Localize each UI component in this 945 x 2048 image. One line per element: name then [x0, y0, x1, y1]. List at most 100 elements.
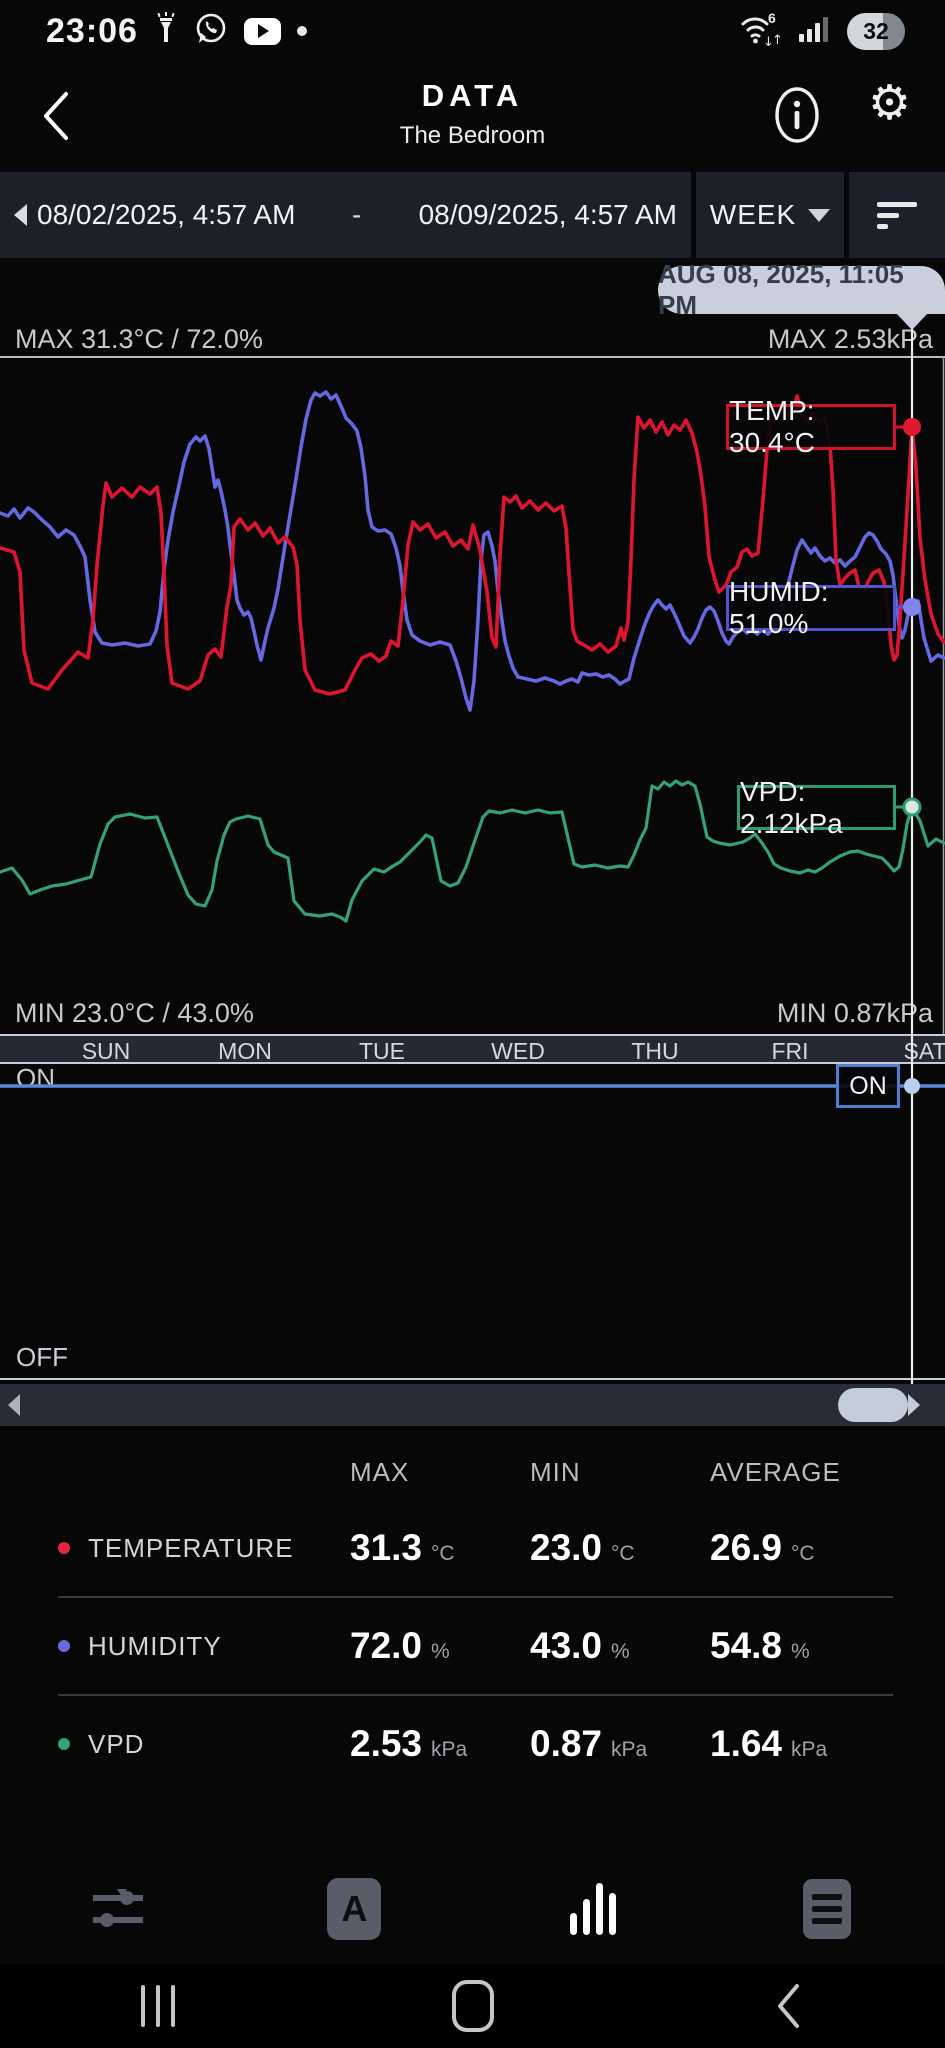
tab-settings-sliders[interactable] — [0, 1876, 236, 1942]
day-tick: FRI — [771, 1038, 808, 1064]
table-row-temperature[interactable]: TEMPERATURE 31.3 °C 23.0 °C 26.9 °C — [0, 1500, 945, 1596]
temp-marker-box: TEMP: 30.4°C — [726, 404, 896, 450]
vpd-legend-dot — [58, 1738, 70, 1750]
cursor-tooltip-text: AUG 08, 2025, 11:05 PM — [658, 259, 945, 321]
day-tick: SAT — [903, 1038, 945, 1064]
scrollbar-thumb[interactable] — [838, 1388, 908, 1422]
min-temp-humid-label: MIN 23.0°C / 43.0% — [15, 998, 254, 1029]
date-range[interactable]: 08/02/2025, 4:57 AM - 08/09/2025, 4:57 A… — [0, 172, 691, 258]
vpd-max-value: 2.53 — [350, 1723, 422, 1765]
range-separator: - — [352, 199, 361, 231]
tab-logs[interactable] — [709, 1876, 945, 1942]
temp-avg-value: 26.9 — [710, 1527, 782, 1569]
unit-label: °C — [611, 1542, 635, 1566]
youtube-icon — [244, 18, 281, 45]
chevron-down-icon — [808, 209, 830, 222]
range-end-date: 08/09/2025, 4:57 AM — [419, 199, 677, 231]
state-cursor-dot — [904, 1078, 920, 1094]
temp-min-value: 23.0 — [530, 1527, 602, 1569]
table-row-humidity[interactable]: HUMIDITY 72.0% 43.0% 54.8% — [0, 1598, 945, 1694]
col-header-average: AVERAGE — [686, 1457, 945, 1488]
settings-gear-button[interactable]: ⚙ — [868, 80, 911, 128]
app-screen: 23:06 — [0, 0, 945, 2048]
flashlight-icon — [154, 12, 178, 51]
whatsapp-icon — [194, 12, 228, 51]
humid-cursor-dot — [903, 598, 921, 616]
unit-label: kPa — [431, 1738, 467, 1762]
unit-label: kPa — [791, 1738, 827, 1762]
state-marker-box: ON — [836, 1064, 900, 1108]
home-button[interactable] — [315, 1964, 630, 2048]
temp-marker-text: TEMP: 30.4°C — [729, 395, 893, 459]
row-label-text: TEMPERATURE — [88, 1533, 294, 1564]
bottom-toolbar: A — [0, 1876, 945, 1942]
battery-percent: 32 — [863, 18, 889, 45]
vpd-marker-text: VPD: 2.12kPa — [740, 776, 893, 840]
android-nav-bar — [0, 1964, 945, 2048]
wifi6-icon: 6 ↓ ↑ — [739, 10, 783, 53]
tab-automation[interactable]: A — [236, 1876, 472, 1942]
scroll-right-arrow-icon[interactable] — [908, 1394, 920, 1416]
day-tick: TUE — [359, 1038, 405, 1064]
row-label-text: VPD — [88, 1729, 144, 1760]
previous-range-icon[interactable] — [14, 204, 27, 226]
bar-chart-icon — [564, 1881, 618, 1937]
chart-horizontal-scrollbar[interactable] — [0, 1384, 945, 1426]
col-header-min: MIN — [506, 1457, 686, 1488]
humid-marker-text: HUMID: 51.0% — [729, 576, 893, 640]
temp-cursor-dot — [903, 418, 921, 436]
unit-label: % — [431, 1640, 450, 1664]
max-temp-humid-label: MAX 31.3°C / 72.0% — [15, 324, 263, 355]
scroll-left-arrow-icon[interactable] — [8, 1394, 20, 1416]
home-icon — [452, 1980, 494, 2032]
sort-filter-button[interactable] — [849, 172, 945, 258]
chart-min-labels: MIN 23.0°C / 43.0% MIN 0.87kPa — [15, 998, 933, 1029]
clock: 23:06 — [46, 12, 138, 51]
stats-table: MAX MIN AVERAGE TEMPERATURE 31.3 °C 23.0 °… — [0, 1418, 945, 1792]
unit-label: °C — [431, 1542, 455, 1566]
notification-dot-icon — [297, 26, 307, 36]
temp-max-value: 31.3 — [350, 1527, 422, 1569]
vpd-marker-box: VPD: 2.12kPa — [737, 785, 896, 830]
vpd-min-value: 0.87 — [530, 1723, 602, 1765]
humid-max-value: 72.0 — [350, 1625, 422, 1667]
nav-back-button[interactable] — [630, 1964, 945, 2048]
recent-apps-button[interactable] — [0, 1964, 315, 2048]
signal-strength-icon — [799, 14, 831, 49]
humid-marker-box: HUMID: 51.0% — [726, 585, 896, 631]
state-marker-text: ON — [849, 1072, 887, 1101]
humid-avg-value: 54.8 — [710, 1625, 782, 1667]
unit-label: % — [611, 1640, 630, 1664]
min-vpd-label: MIN 0.87kPa — [777, 998, 933, 1029]
unit-label: kPa — [611, 1738, 647, 1762]
day-tick: THU — [631, 1038, 678, 1064]
day-axis: SUN MON TUE WED THU FRI SAT — [0, 1034, 945, 1064]
info-button[interactable] — [774, 86, 820, 149]
off-axis-label: OFF — [16, 1342, 68, 1373]
tab-data-active[interactable] — [473, 1876, 709, 1942]
unit-label: % — [791, 1640, 810, 1664]
row-label-text: HUMIDITY — [88, 1631, 222, 1662]
col-header-max: MAX — [326, 1457, 506, 1488]
stats-header-row: MAX MIN AVERAGE — [0, 1418, 945, 1500]
back-icon — [775, 1982, 801, 2030]
battery-indicator: 32 — [847, 13, 905, 50]
humid-min-value: 43.0 — [530, 1625, 602, 1667]
table-row-vpd[interactable]: VPD 2.53 kPa 0.87 kPa 1.64 kPa — [0, 1696, 945, 1792]
range-selector-value: WEEK — [710, 199, 796, 231]
range-start-date: 08/02/2025, 4:57 AM — [37, 199, 295, 231]
day-tick: SUN — [82, 1038, 131, 1064]
humidity-legend-dot — [58, 1640, 70, 1652]
chart-max-labels: MAX 31.3°C / 72.0% MAX 2.53kPa — [15, 324, 933, 355]
vpd-avg-value: 1.64 — [710, 1723, 782, 1765]
automation-a-icon: A — [327, 1878, 381, 1940]
date-range-bar: 08/02/2025, 4:57 AM - 08/09/2025, 4:57 A… — [0, 172, 945, 258]
list-icon — [803, 1879, 851, 1939]
day-tick: WED — [491, 1038, 545, 1064]
range-selector-dropdown[interactable]: WEEK — [696, 172, 844, 258]
temperature-legend-dot — [58, 1542, 70, 1554]
cursor-tooltip: AUG 08, 2025, 11:05 PM — [658, 266, 945, 314]
vpd-cursor-dot — [904, 799, 920, 815]
unit-label: °C — [791, 1542, 815, 1566]
day-tick: MON — [218, 1038, 272, 1064]
